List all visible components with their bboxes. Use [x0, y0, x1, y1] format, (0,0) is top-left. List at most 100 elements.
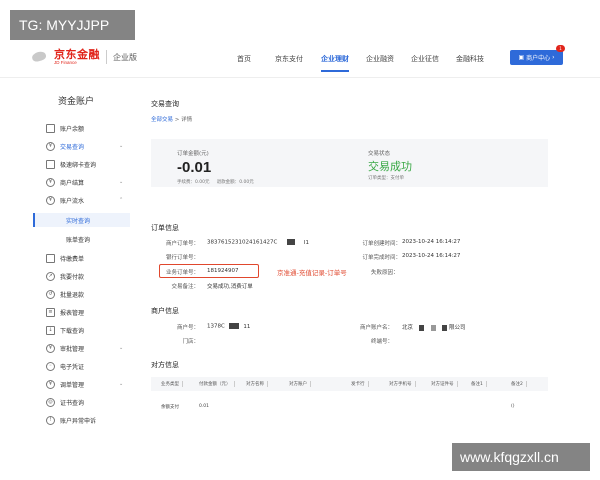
sidebar-item-settlement[interactable]: ¥ 商户结算 ⌄ [46, 176, 130, 188]
merchant-no-prefix: 1378C [207, 323, 225, 330]
counterparty-title: 对方信息 [151, 361, 179, 369]
order-info-title: 订单信息 [151, 224, 179, 232]
column-header: 付款金额（元） [199, 381, 234, 387]
sidebar-item-label: 下载查询 [60, 327, 85, 335]
sidebar-item-approval-management[interactable]: ¥ 审批管理 ⌄ [46, 342, 130, 354]
sidebar-item-label: 极速绑卡查询 [60, 161, 97, 169]
sidebar-item-label: 账户异常申诉 [60, 417, 97, 425]
column-header: 对方账户 [289, 381, 311, 387]
nav-fintech[interactable]: 金融科技 [456, 40, 484, 78]
sidebar-item-account-flow[interactable]: ¥ 账户流水 ⌃ [46, 194, 130, 206]
sidebar-item-account-appeal[interactable]: ! 账户异常申诉 [46, 414, 130, 426]
alert-icon: ! [46, 415, 55, 425]
sidebar: 资金账户 账户余额 ¥ 交易查询 ⌄ 极速绑卡查询 ¥ 商户结算 ⌄ ¥ 账户流水 ⌃ 实时… [30, 80, 130, 440]
finish-time-value: 2023-10-24 16:14:27 [402, 253, 461, 259]
page-title: 交易查询 [151, 100, 179, 108]
refund-label: 退款金额： [216, 180, 240, 185]
main-nav: 首页 京东支付 企业理财 企业融资 企业征信 金融科技 [228, 40, 484, 78]
column-header: 业务类型 [161, 381, 183, 387]
breadcrumb-separator: > [174, 117, 180, 123]
watermark-bottom: www.kfqgzxll.cn [452, 443, 590, 471]
sidebar-title: 资金账户 [58, 97, 95, 107]
column-header: 对方证件号 [431, 381, 457, 387]
jd-finance-logo[interactable]: 京东金融 JD Finance 企业版 [30, 49, 137, 65]
yen-icon: ¥ [46, 343, 55, 353]
status-label: 交易状态 [368, 151, 391, 157]
sidebar-item-order-adjustment[interactable]: ¥ 调单管理 ⌄ [46, 378, 130, 390]
voucher-icon: ◦ [46, 361, 55, 371]
nav-enterprise-financing[interactable]: 企业融资 [366, 40, 394, 78]
sidebar-item-label: 报表管理 [60, 309, 85, 317]
merchant-order-value: 3837615231024161427C I1 [207, 239, 309, 246]
report-icon: ≡ [46, 307, 55, 317]
redaction-mask [228, 323, 239, 329]
merchant-name-value: 北京 限公司 [402, 323, 466, 331]
top-navigation-bar: 京东金融 JD Finance 企业版 首页 京东支付 企业理财 企业融资 企业… [0, 40, 600, 78]
nav-jd-pay[interactable]: 京东支付 [275, 40, 303, 78]
business-order-value: 181924907 [207, 268, 239, 274]
merchant-no-value: 1378C 11 [207, 323, 250, 330]
table-cell-type: 余额支付 [161, 405, 179, 410]
amount-label: 订单金额(元) [177, 151, 209, 157]
sidebar-item-statement-query[interactable]: 账单查询 [66, 235, 90, 244]
sidebar-item-download-query[interactable]: ↓ 下载查询 [46, 324, 130, 336]
breadcrumb-all-transactions[interactable]: 全部交易 [151, 117, 173, 123]
notification-badge: 1 [556, 45, 565, 52]
sidebar-item-label: 我要付款 [60, 273, 85, 281]
sidebar-item-label: 调单管理 [60, 381, 85, 389]
failure-reason-label: 失败原因： [371, 270, 399, 276]
order-type-label: 订单类型： [368, 176, 391, 181]
chevron-right-icon: › [552, 54, 555, 61]
pay-icon: ↗ [46, 271, 55, 281]
column-header: 备注1 [471, 381, 487, 387]
order-type: 订单类型：支付单 [368, 175, 404, 181]
fee-and-refund: 手续费：0.00元 退款金额：0.00元 [177, 179, 254, 185]
merchant-center-button[interactable]: ▣ 商户中心 › 1 [510, 45, 565, 65]
chevron-down-icon: ⌄ [119, 179, 124, 185]
sidebar-item-make-payment[interactable]: ↗ 我要付款 [46, 270, 130, 282]
sidebar-item-certificate-query[interactable]: ◎ 证书查询 [46, 396, 130, 408]
sidebar-item-transaction-query[interactable]: ¥ 交易查询 ⌄ [46, 140, 130, 152]
chevron-up-icon: ⌃ [119, 197, 124, 203]
column-header: 对方手机号 [389, 381, 415, 387]
table-cell-amount: 0.01 [199, 404, 210, 409]
nav-enterprise-credit[interactable]: 企业征信 [411, 40, 439, 78]
business-order-label: 业务订单号： [165, 270, 199, 276]
sidebar-item-quick-bind-query[interactable]: 极速绑卡查询 [46, 158, 130, 170]
create-time-label: 订单创建时间： [362, 241, 401, 247]
redaction-mask [430, 324, 436, 331]
nav-home[interactable]: 首页 [237, 40, 251, 78]
sidebar-item-pending-bills[interactable]: 待缴费单 [46, 252, 130, 264]
merchant-order-tail: I1 [303, 239, 309, 246]
sidebar-item-report-management[interactable]: ≡ 报表管理 [46, 306, 130, 318]
watermark-top: TG: MYYJJPP [10, 10, 135, 40]
nav-enterprise-wealth[interactable]: 企业理财 [321, 40, 349, 78]
column-header: 发卡行 [351, 381, 368, 387]
merchant-order-label: 商户订单号： [165, 241, 199, 247]
merchant-no-tail: 11 [243, 323, 251, 330]
chevron-down-icon: ⌄ [119, 381, 124, 387]
sidebar-item-batch-refund[interactable]: ↺ 批量退款 [46, 288, 130, 300]
create-time-value: 2023-10-24 16:14:27 [402, 239, 461, 245]
annotation-text: 京准通-充值记录-订单号 [277, 269, 347, 277]
chevron-down-icon: ⌄ [119, 345, 124, 351]
card-icon [46, 159, 55, 169]
merchant-name-prefix: 北京 [402, 325, 414, 331]
transaction-summary-card: 订单金额(元) -0.01 手续费：0.00元 退款金额：0.00元 交易状态 … [151, 139, 548, 187]
merchant-no-label: 商户号： [176, 325, 199, 331]
bill-icon [46, 253, 55, 263]
redaction-mask [442, 324, 448, 331]
sidebar-item-balance[interactable]: 账户余额 [46, 122, 130, 134]
counterparty-table-header: 业务类型 付款金额（元） 对方名称 对方账户 发卡行 对方手机号 对方证件号 备… [151, 377, 548, 391]
remark-label: 交易备注： [171, 284, 199, 290]
sidebar-item-label: 账户流水 [60, 197, 85, 205]
edition-label: 企业版 [113, 52, 137, 62]
logo-text-cn: 京东金融 [54, 48, 100, 61]
sidebar-item-label: 电子凭证 [60, 363, 85, 371]
sidebar-item-label: 商户结算 [60, 179, 85, 187]
sidebar-item-e-voucher[interactable]: ◦ 电子凭证 [46, 360, 130, 372]
remark-value: 交易成功,消费订单 [207, 284, 253, 290]
sidebar-item-realtime-query[interactable]: 实时查询 [66, 216, 90, 225]
store-label: 门店： [182, 339, 199, 345]
refund-value: 0.00元 [239, 180, 254, 185]
